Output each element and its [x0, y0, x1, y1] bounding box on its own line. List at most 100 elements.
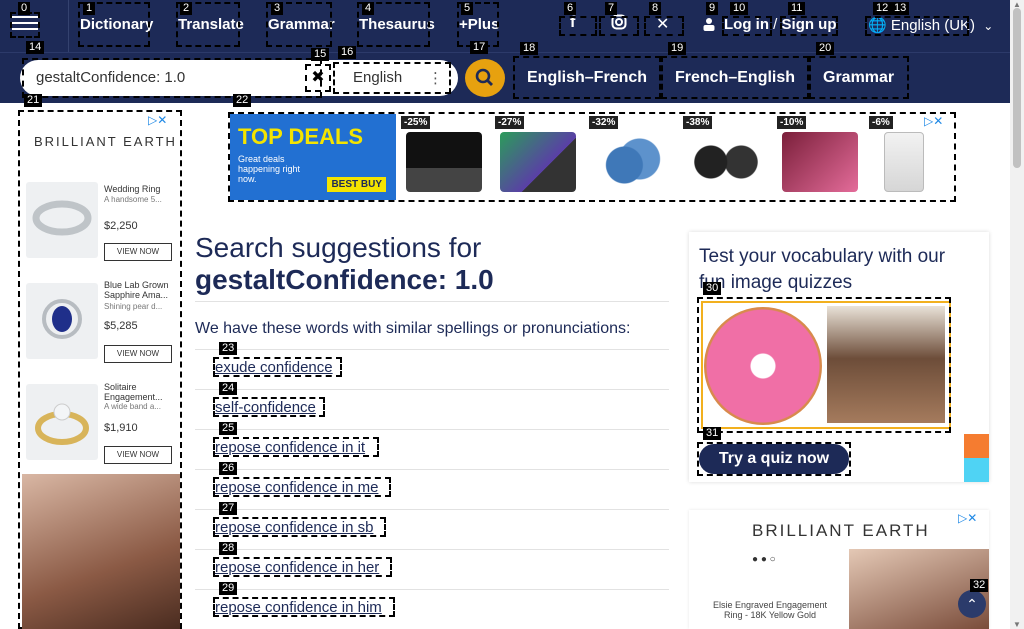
tab-outline — [661, 56, 809, 99]
laptop-image — [406, 132, 482, 192]
divider — [195, 349, 669, 350]
quiz-image-outline — [697, 297, 951, 433]
product-image — [26, 182, 98, 258]
quiz-title: Test your vocabulary with our fun image … — [699, 246, 946, 293]
deal-laptop[interactable]: -27% — [492, 114, 584, 200]
appliance-image — [884, 132, 924, 192]
badge: 26 — [219, 462, 238, 475]
feedback-tab[interactable] — [964, 458, 989, 482]
badge: 0 — [18, 2, 31, 15]
deal-laptop[interactable]: -25% — [398, 114, 490, 200]
badge: 7 — [605, 2, 618, 15]
bestbuy-ad[interactable]: TOP DEALS Great deals happening right no… — [230, 114, 396, 200]
discount-badge: -32% — [589, 116, 619, 129]
badge: 25 — [219, 422, 238, 435]
badge: 20 — [816, 42, 835, 55]
badge: 24 — [219, 382, 238, 395]
dictionary-outline — [333, 62, 451, 94]
divider — [195, 549, 669, 550]
badge: 23 — [219, 342, 238, 355]
ad-brand: BRILLIANT EARTH — [34, 134, 177, 149]
signup-outline — [780, 16, 838, 36]
user-icon — [702, 17, 716, 31]
suggestion-outline — [213, 517, 386, 537]
badge: 19 — [668, 42, 687, 55]
discount-badge: -27% — [495, 116, 525, 129]
headphones-image — [594, 132, 670, 192]
social-outline — [644, 16, 684, 36]
discount-badge: -10% — [777, 116, 807, 129]
badge: 8 — [649, 2, 662, 15]
badge: 21 — [24, 94, 43, 107]
adchoices-icon[interactable]: ▷✕ — [924, 114, 943, 128]
suggestion-outline — [213, 557, 392, 577]
suggestion-outline — [213, 437, 379, 457]
ad-model-image — [22, 474, 180, 629]
adchoices-icon[interactable]: ▷✕ — [148, 113, 167, 127]
view-now-button[interactable]: VIEW NOW — [104, 345, 172, 363]
carousel-dots[interactable]: ● ● ○ — [752, 554, 776, 565]
deal-tablet[interactable]: -10% — [774, 114, 866, 200]
suggestion-outline — [213, 357, 342, 377]
product-image — [26, 384, 98, 460]
scrollbar-thumb[interactable] — [1013, 8, 1021, 168]
badge: 4 — [362, 2, 375, 15]
page-title-prefix: Search suggestions for — [195, 232, 482, 263]
badge: 29 — [219, 582, 238, 595]
discount-badge: -6% — [869, 116, 893, 129]
badge: 15 — [311, 48, 330, 61]
product-price: $5,285 — [104, 320, 138, 332]
product-title: Solitaire Engagement... — [104, 382, 163, 402]
product-title: Blue Lab Grown Sapphire Ama... — [104, 280, 169, 300]
search-button[interactable] — [465, 59, 505, 97]
badge: 30 — [703, 282, 722, 295]
scroll-down-icon[interactable]: ▼ — [1013, 620, 1021, 629]
view-now-button[interactable]: VIEW NOW — [104, 446, 172, 464]
divider — [195, 469, 669, 470]
quiz-button-outline — [697, 442, 851, 476]
view-now-button[interactable]: VIEW NOW — [104, 243, 172, 261]
suggestions-intro: We have these words with similar spellin… — [195, 320, 631, 337]
badge: 28 — [219, 542, 238, 555]
ad-brand: BRILLIANT EARTH — [752, 521, 930, 540]
scrollbar[interactable]: ▲ ▼ — [1010, 0, 1024, 629]
social-outline — [559, 16, 597, 36]
discount-badge: -25% — [401, 116, 431, 129]
page-title-query: gestaltConfidence: 1.0 — [195, 264, 494, 295]
product-image — [26, 283, 98, 359]
ad-headline: TOP DEALS — [238, 124, 364, 149]
tab-outline — [513, 56, 661, 99]
suggestion-outline — [213, 397, 325, 417]
badge: 12 — [873, 2, 892, 15]
scroll-to-top-icon[interactable]: ⌃ — [958, 590, 986, 618]
product-price: $2,250 — [104, 220, 138, 232]
adchoices-icon[interactable]: ▷✕ — [958, 511, 977, 525]
product-price: $1,910 — [104, 422, 138, 434]
divider — [195, 389, 669, 390]
divider — [68, 0, 69, 52]
feedback-tab[interactable] — [964, 434, 989, 458]
divider — [195, 589, 669, 590]
page-title: Search suggestions for gestaltConfidence… — [195, 232, 494, 296]
tablet-image — [782, 132, 858, 192]
tab-outline — [809, 56, 909, 99]
suggestion-outline — [213, 597, 395, 617]
badge: 31 — [703, 427, 722, 440]
product-title: Wedding Ring — [104, 184, 161, 194]
deal-earbuds[interactable]: -38% — [680, 114, 772, 200]
badge: 5 — [461, 2, 474, 15]
product-subtitle: A handsome 5... — [104, 195, 162, 204]
login-outline — [722, 16, 772, 36]
suggestion-outline — [213, 477, 391, 497]
badge: 14 — [26, 41, 45, 54]
badge: 2 — [180, 2, 193, 15]
chevron-down-icon: ⌄ — [983, 19, 994, 33]
badge: 17 — [470, 41, 489, 54]
menu-outline — [10, 12, 40, 38]
deal-headphones[interactable]: -32% — [586, 114, 678, 200]
badge: 1 — [83, 2, 96, 15]
divider — [195, 301, 669, 302]
earbuds-image — [688, 132, 764, 192]
language-outline — [865, 16, 969, 36]
login-separator: / — [773, 16, 778, 33]
